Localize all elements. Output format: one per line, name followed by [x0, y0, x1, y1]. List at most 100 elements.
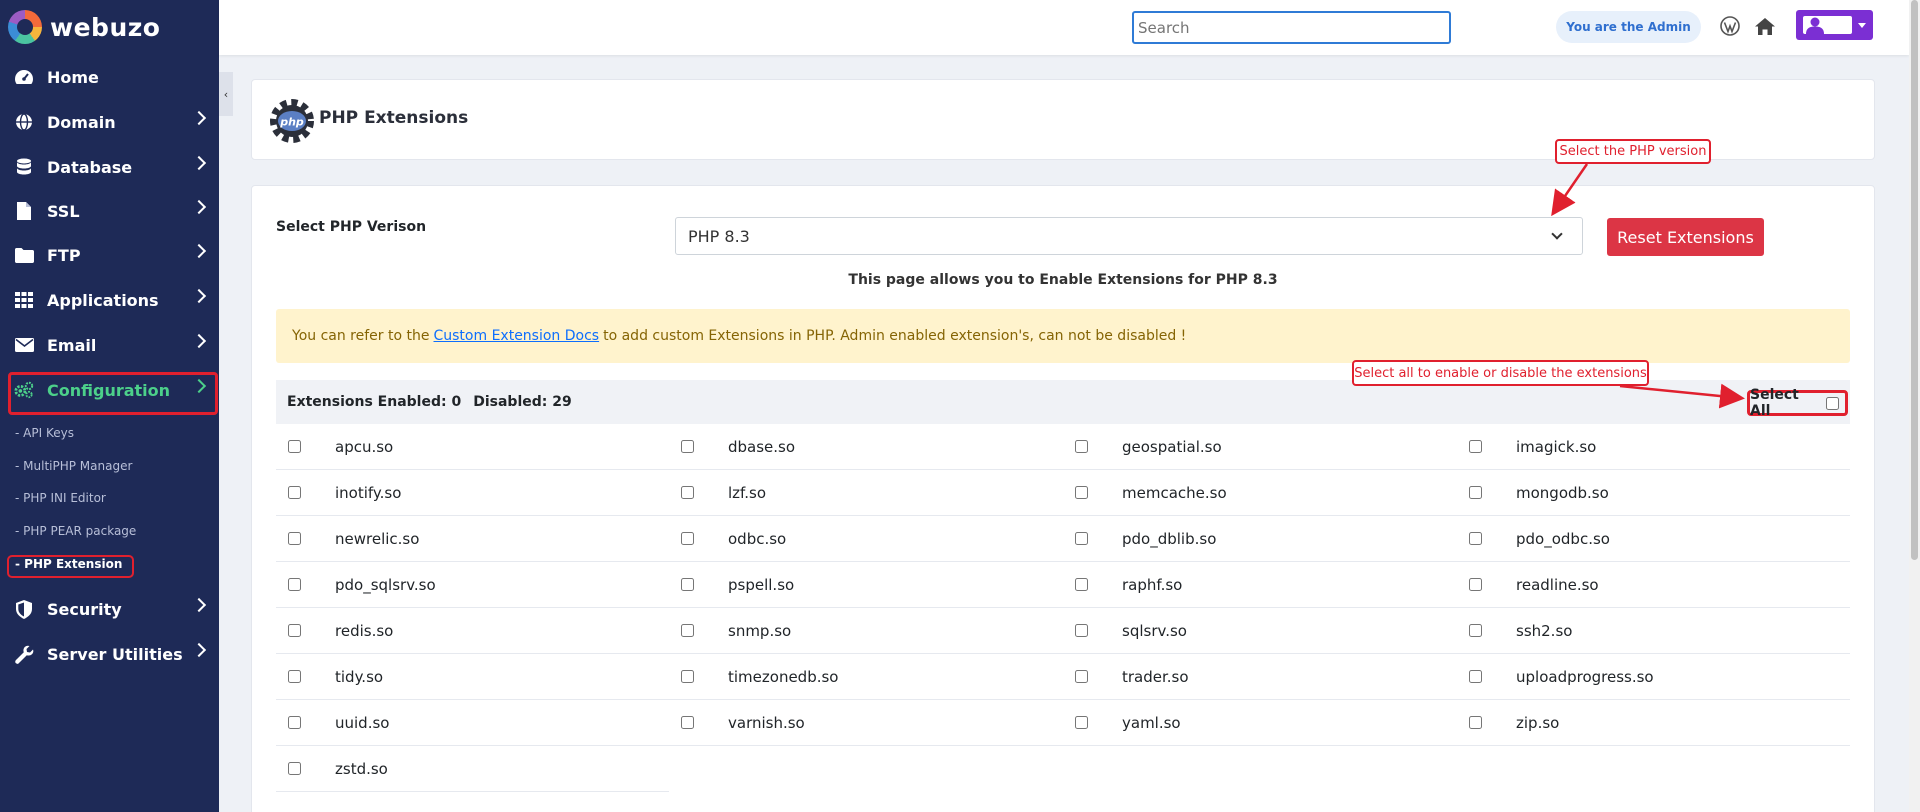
sidebar-item-label: Security	[47, 599, 122, 619]
extension-checkbox[interactable]	[1075, 532, 1088, 545]
extension-item[interactable]: apcu.so	[276, 424, 669, 470]
extension-item[interactable]: uuid.so	[276, 700, 669, 746]
extension-item[interactable]: timezonedb.so	[669, 654, 1063, 700]
extension-checkbox[interactable]	[1469, 624, 1482, 637]
extension-checkbox[interactable]	[1469, 716, 1482, 729]
extension-checkbox[interactable]	[1075, 624, 1088, 637]
extension-item[interactable]: ssh2.so	[1457, 608, 1850, 654]
extension-item[interactable]: uploadprogress.so	[1457, 654, 1850, 700]
select-all-control[interactable]: Select All	[1747, 387, 1848, 419]
extension-checkbox[interactable]	[681, 578, 694, 591]
extension-checkbox[interactable]	[288, 670, 301, 683]
svg-text:php: php	[279, 116, 304, 129]
wordpress-icon[interactable]	[1719, 15, 1741, 37]
extension-checkbox[interactable]	[681, 670, 694, 683]
brand-logo[interactable]: webuzo	[0, 0, 219, 54]
extension-checkbox[interactable]	[288, 440, 301, 453]
sidebar-item-label: SSL	[47, 201, 80, 221]
search-input[interactable]	[1132, 11, 1451, 44]
extension-checkbox[interactable]	[1469, 578, 1482, 591]
extension-item[interactable]: redis.so	[276, 608, 669, 654]
sidebar-item-ssl[interactable]: SSL	[0, 191, 219, 231]
sub-item-php-ini-editor[interactable]: - PHP INI Editor	[15, 491, 106, 505]
extension-item[interactable]: pdo_dblib.so	[1063, 516, 1457, 562]
extension-item[interactable]: newrelic.so	[276, 516, 669, 562]
extension-item[interactable]: pdo_odbc.so	[1457, 516, 1850, 562]
sidebar-item-label: Server Utilities	[47, 644, 183, 664]
extension-checkbox[interactable]	[288, 762, 301, 775]
sidebar-item-domain[interactable]: Domain	[0, 102, 219, 142]
extension-item[interactable]: zip.so	[1457, 700, 1850, 746]
sidebar: webuzo Home Domain Database SSL FTP Appl…	[0, 0, 219, 812]
scrollbar-thumb[interactable]	[1911, 0, 1918, 560]
extension-name: pdo_sqlsrv.so	[335, 576, 436, 594]
select-all-label: Select All	[1750, 387, 1799, 419]
sidebar-item-email[interactable]: Email	[0, 325, 219, 365]
extension-checkbox[interactable]	[288, 578, 301, 591]
sidebar-item-server-utilities[interactable]: Server Utilities	[0, 634, 219, 674]
extension-checkbox[interactable]	[1075, 486, 1088, 499]
extension-checkbox[interactable]	[288, 486, 301, 499]
extension-item[interactable]: tidy.so	[276, 654, 669, 700]
info-text: This page allows you to Enable Extension…	[848, 272, 1278, 288]
page-scrollbar[interactable]	[1909, 0, 1920, 812]
extension-checkbox[interactable]	[1469, 440, 1482, 453]
extension-item[interactable]: snmp.so	[669, 608, 1063, 654]
extension-name: snmp.so	[728, 622, 792, 640]
sidebar-item-ftp[interactable]: FTP	[0, 235, 219, 275]
extension-item[interactable]: trader.so	[1063, 654, 1457, 700]
extension-checkbox[interactable]	[1075, 440, 1088, 453]
extension-item[interactable]: imagick.so	[1457, 424, 1850, 470]
extension-name: timezonedb.so	[728, 668, 839, 686]
avatar	[1803, 16, 1852, 34]
extension-checkbox[interactable]	[288, 532, 301, 545]
extension-item[interactable]: zstd.so	[276, 746, 669, 792]
extension-item[interactable]: memcache.so	[1063, 470, 1457, 516]
chevron-right-icon	[191, 333, 207, 349]
globe-icon	[14, 112, 34, 132]
extension-item[interactable]: dbase.so	[669, 424, 1063, 470]
extension-checkbox[interactable]	[681, 716, 694, 729]
extension-item[interactable]: varnish.so	[669, 700, 1063, 746]
extension-item[interactable]: readline.so	[1457, 562, 1850, 608]
extension-item[interactable]: pspell.so	[669, 562, 1063, 608]
top-bar: You are the Admin	[219, 0, 1909, 55]
sidebar-item-database[interactable]: Database	[0, 147, 219, 187]
sub-item-api-keys[interactable]: - API Keys	[15, 426, 74, 440]
sidebar-item-home[interactable]: Home	[0, 57, 219, 97]
extension-item[interactable]: geospatial.so	[1063, 424, 1457, 470]
extension-item[interactable]: odbc.so	[669, 516, 1063, 562]
extension-checkbox[interactable]	[1469, 670, 1482, 683]
extension-checkbox[interactable]	[681, 440, 694, 453]
select-all-checkbox[interactable]	[1826, 396, 1839, 410]
extension-checkbox[interactable]	[1075, 578, 1088, 591]
extension-item[interactable]: yaml.so	[1063, 700, 1457, 746]
sub-item-php-pear-package[interactable]: - PHP PEAR package	[15, 524, 136, 538]
extension-checkbox[interactable]	[288, 624, 301, 637]
home-icon[interactable]	[1754, 15, 1776, 37]
extension-checkbox[interactable]	[1075, 716, 1088, 729]
custom-extension-docs-link[interactable]: Custom Extension Docs	[433, 328, 599, 344]
sidebar-item-applications[interactable]: Applications	[0, 280, 219, 320]
user-menu-button[interactable]	[1796, 10, 1873, 40]
extension-checkbox[interactable]	[681, 486, 694, 499]
chevron-right-icon	[191, 597, 207, 613]
sub-item-multiphp-manager[interactable]: - MultiPHP Manager	[15, 459, 132, 473]
php-version-select[interactable]: PHP 8.3	[675, 217, 1583, 255]
extension-checkbox[interactable]	[1469, 486, 1482, 499]
extension-checkbox[interactable]	[1075, 670, 1088, 683]
extension-item[interactable]: inotify.so	[276, 470, 669, 516]
extension-checkbox[interactable]	[288, 716, 301, 729]
extension-item[interactable]: pdo_sqlsrv.so	[276, 562, 669, 608]
sidebar-item-security[interactable]: Security	[0, 589, 219, 629]
extension-checkbox[interactable]	[681, 624, 694, 637]
extension-item[interactable]: raphf.so	[1063, 562, 1457, 608]
sidebar-collapse-toggle[interactable]: ‹	[219, 72, 233, 116]
reset-extensions-button[interactable]: Reset Extensions	[1607, 218, 1764, 256]
extension-item[interactable]: lzf.so	[669, 470, 1063, 516]
extension-name: ssh2.so	[1516, 622, 1573, 640]
extension-checkbox[interactable]	[1469, 532, 1482, 545]
extension-item[interactable]: sqlsrv.so	[1063, 608, 1457, 654]
extension-checkbox[interactable]	[681, 532, 694, 545]
extension-item[interactable]: mongodb.so	[1457, 470, 1850, 516]
